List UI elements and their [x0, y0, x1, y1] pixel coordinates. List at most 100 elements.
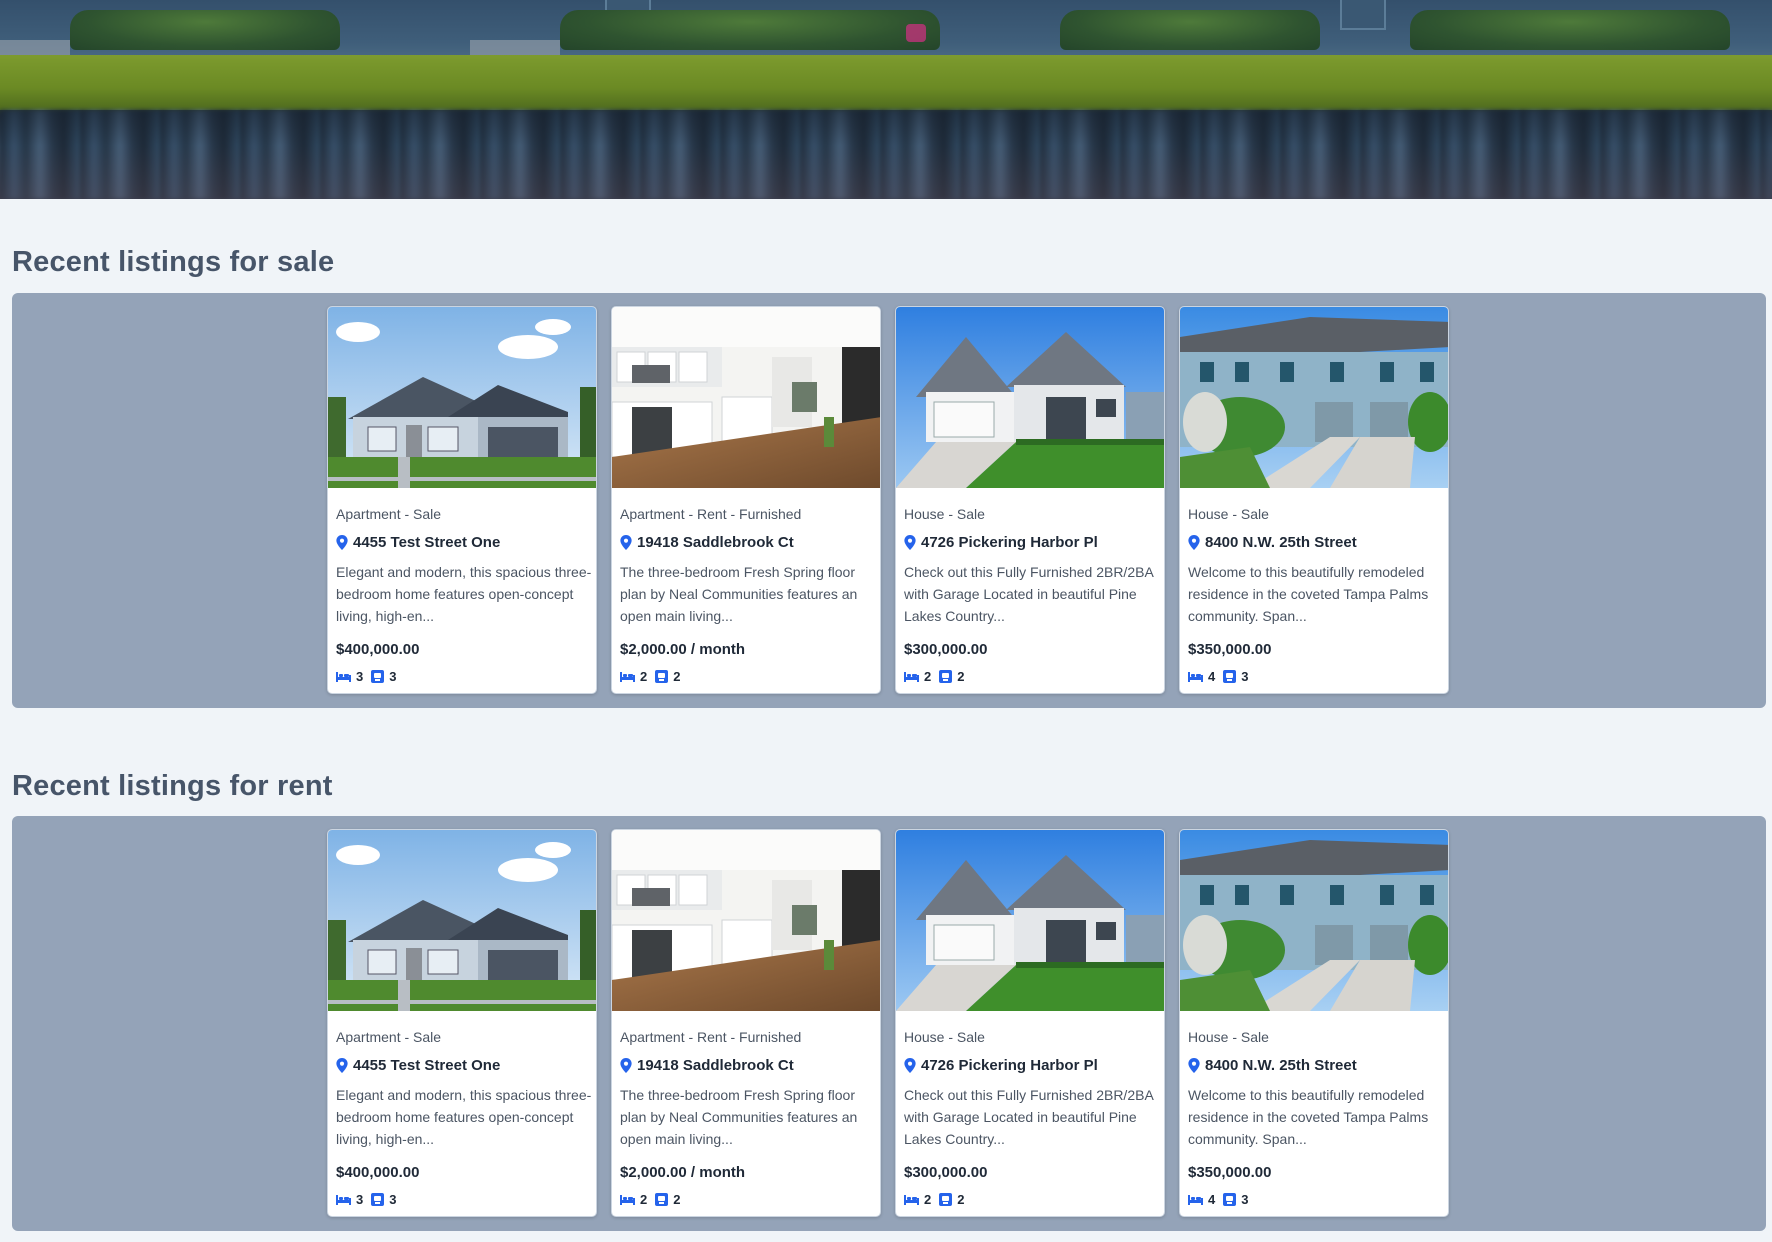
- hero-hedge: [1060, 10, 1320, 50]
- beds-count: 2: [640, 1192, 648, 1207]
- listing-features: 3 3: [336, 669, 396, 684]
- listing-address[interactable]: 4455 Test Street One: [336, 534, 500, 551]
- listings-band-sale: Apartment - Sale 4455 Test Street One El…: [12, 293, 1766, 708]
- listing-address-label: 19418 Saddlebrook Ct: [637, 1057, 794, 1074]
- listing-photo[interactable]: [896, 830, 1164, 1011]
- listing-photo[interactable]: [1180, 830, 1448, 1011]
- listing-card[interactable]: House - Sale 4726 Pickering Harbor Pl Ch…: [895, 306, 1165, 694]
- map-pin-icon: [336, 535, 348, 550]
- bed-icon: [1188, 672, 1203, 682]
- bed-icon: [620, 1195, 635, 1205]
- listing-card[interactable]: Apartment - Rent - Furnished 19418 Saddl…: [611, 306, 881, 694]
- listing-features: 2 2: [904, 669, 964, 684]
- listing-photo[interactable]: [612, 307, 880, 488]
- beds-feature: 2: [620, 669, 647, 684]
- listing-photo[interactable]: [896, 307, 1164, 488]
- listing-address[interactable]: 8400 N.W. 25th Street: [1188, 1057, 1357, 1074]
- listing-card[interactable]: House - Sale 8400 N.W. 25th Street Welco…: [1179, 306, 1449, 694]
- beds-count: 4: [1208, 1192, 1216, 1207]
- beds-count: 2: [924, 669, 932, 684]
- bath-icon: [939, 1193, 953, 1206]
- beds-feature: 4: [1188, 1192, 1215, 1207]
- bath-icon: [655, 670, 669, 683]
- listing-address[interactable]: 8400 N.W. 25th Street: [1188, 534, 1357, 551]
- listing-type: House - Sale: [904, 506, 985, 522]
- beds-feature: 2: [904, 1192, 931, 1207]
- bath-icon: [371, 1193, 385, 1206]
- listing-card[interactable]: Apartment - Rent - Furnished 19418 Saddl…: [611, 829, 881, 1217]
- listing-price: $400,000.00: [336, 641, 420, 658]
- listing-card[interactable]: Apartment - Sale 4455 Test Street One El…: [327, 306, 597, 694]
- bed-icon: [904, 672, 919, 682]
- listing-description: Welcome to this beautifully remodeled re…: [1188, 564, 1429, 624]
- hero-banner: [0, 0, 1772, 199]
- hero-flowers: [906, 24, 926, 42]
- listing-type: House - Sale: [904, 1029, 985, 1045]
- listing-features: 4 3: [1188, 1192, 1248, 1207]
- baths-feature: 2: [655, 1192, 680, 1207]
- hero-hedge: [70, 10, 340, 50]
- baths-feature: 3: [1223, 669, 1248, 684]
- listing-features: 2 2: [620, 669, 680, 684]
- listing-type: Apartment - Rent - Furnished: [620, 1029, 802, 1045]
- baths-feature: 3: [371, 1192, 396, 1207]
- listing-address-label: 8400 N.W. 25th Street: [1205, 1057, 1357, 1074]
- baths-count: 3: [389, 669, 397, 684]
- listing-cards-row: Apartment - Sale 4455 Test Street One El…: [327, 306, 1477, 694]
- listing-description: Check out this Fully Furnished 2BR/2BA w…: [904, 1087, 1154, 1147]
- listing-price: $300,000.00: [904, 1164, 988, 1181]
- listing-address-label: 4726 Pickering Harbor Pl: [921, 1057, 1098, 1074]
- baths-feature: 2: [655, 669, 680, 684]
- listing-address[interactable]: 4726 Pickering Harbor Pl: [904, 1057, 1098, 1074]
- listing-photo[interactable]: [328, 307, 596, 488]
- map-pin-icon: [620, 535, 632, 550]
- listing-photo[interactable]: [1180, 307, 1448, 488]
- listing-price: $2,000.00 / month: [620, 641, 746, 658]
- bath-icon: [939, 670, 953, 683]
- listing-description: Welcome to this beautifully remodeled re…: [1188, 1087, 1429, 1147]
- map-pin-icon: [1188, 1058, 1200, 1073]
- hero-lawn: [0, 55, 1772, 110]
- baths-count: 3: [389, 1192, 397, 1207]
- listing-address[interactable]: 19418 Saddlebrook Ct: [620, 534, 794, 551]
- listing-address[interactable]: 4455 Test Street One: [336, 1057, 500, 1074]
- hero-hedge: [1410, 10, 1730, 50]
- bed-icon: [620, 672, 635, 682]
- listing-address-label: 4455 Test Street One: [353, 534, 501, 551]
- baths-feature: 2: [939, 1192, 964, 1207]
- listing-price: $350,000.00: [1188, 1164, 1272, 1181]
- listing-features: 2 2: [904, 1192, 964, 1207]
- beds-feature: 3: [336, 1192, 363, 1207]
- section-title-rent: Recent listings for rent: [12, 770, 333, 802]
- listing-description: Elegant and modern, this spacious three-…: [336, 564, 592, 624]
- listing-address-label: 4455 Test Street One: [353, 1057, 501, 1074]
- listing-type: Apartment - Sale: [336, 1029, 442, 1045]
- listing-description: Check out this Fully Furnished 2BR/2BA w…: [904, 564, 1154, 624]
- listing-photo[interactable]: [328, 830, 596, 1011]
- beds-count: 2: [924, 1192, 932, 1207]
- listing-card[interactable]: House - Sale 4726 Pickering Harbor Pl Ch…: [895, 829, 1165, 1217]
- listing-photo[interactable]: [612, 830, 880, 1011]
- listing-address[interactable]: 19418 Saddlebrook Ct: [620, 1057, 794, 1074]
- listing-price: $2,000.00 / month: [620, 1164, 746, 1181]
- listing-address-label: 8400 N.W. 25th Street: [1205, 534, 1357, 551]
- listing-card[interactable]: House - Sale 8400 N.W. 25th Street Welco…: [1179, 829, 1449, 1217]
- baths-feature: 3: [1223, 1192, 1248, 1207]
- listing-address-label: 19418 Saddlebrook Ct: [637, 534, 794, 551]
- listing-card[interactable]: Apartment - Sale 4455 Test Street One El…: [327, 829, 597, 1217]
- listing-features: 3 3: [336, 1192, 396, 1207]
- baths-count: 2: [957, 1192, 965, 1207]
- map-pin-icon: [904, 535, 916, 550]
- baths-count: 2: [957, 669, 965, 684]
- baths-feature: 2: [939, 669, 964, 684]
- listing-address[interactable]: 4726 Pickering Harbor Pl: [904, 534, 1098, 551]
- baths-count: 2: [673, 1192, 681, 1207]
- bath-icon: [1223, 1193, 1237, 1206]
- hero-walkway: [0, 40, 70, 56]
- beds-count: 2: [640, 669, 648, 684]
- listing-description: The three-bedroom Fresh Spring floor pla…: [620, 1087, 858, 1147]
- listing-price: $350,000.00: [1188, 641, 1272, 658]
- bath-icon: [655, 1193, 669, 1206]
- map-pin-icon: [336, 1058, 348, 1073]
- beds-feature: 3: [336, 669, 363, 684]
